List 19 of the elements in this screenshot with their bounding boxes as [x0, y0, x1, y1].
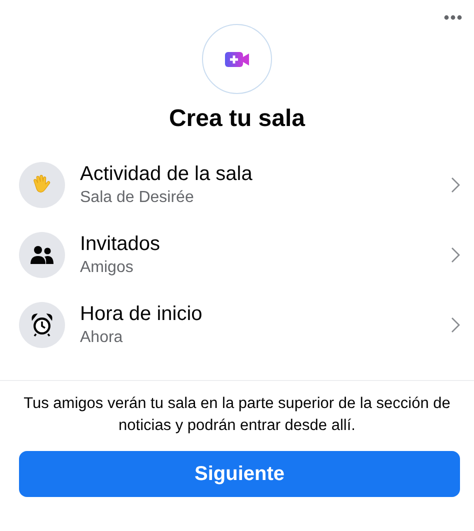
row-subtitle: Amigos	[80, 258, 134, 278]
video-camera-plus-icon	[225, 52, 249, 66]
row-subtitle: Ahora	[80, 328, 124, 348]
row-title: Actividad de la sala	[80, 162, 254, 186]
row-subtitle: Sala de Desirée	[80, 188, 195, 208]
more-icon[interactable]	[444, 15, 462, 20]
chevron-right-icon	[451, 247, 460, 263]
row-title: Invitados	[80, 232, 162, 256]
chevron-right-icon	[451, 177, 460, 193]
settings-row[interactable]: Hora de inicio Ahora	[0, 290, 474, 360]
chevron-right-icon	[451, 317, 460, 333]
row-title: Hora de inicio	[80, 302, 204, 326]
info-text: Tus amigos verán tu sala en la parte superior de la sección de noticias y podrán entrar desde allí.	[22, 394, 452, 436]
settings-row[interactable]: Invitados Amigos	[0, 220, 474, 290]
people-icon	[30, 245, 54, 265]
page-title: Crea tu sala	[168, 104, 306, 134]
settings-row[interactable]: Actividad de la sala Sala de Desirée	[0, 150, 474, 220]
next-button[interactable]: Siguiente	[19, 451, 460, 497]
alarm-clock-icon	[31, 313, 53, 337]
